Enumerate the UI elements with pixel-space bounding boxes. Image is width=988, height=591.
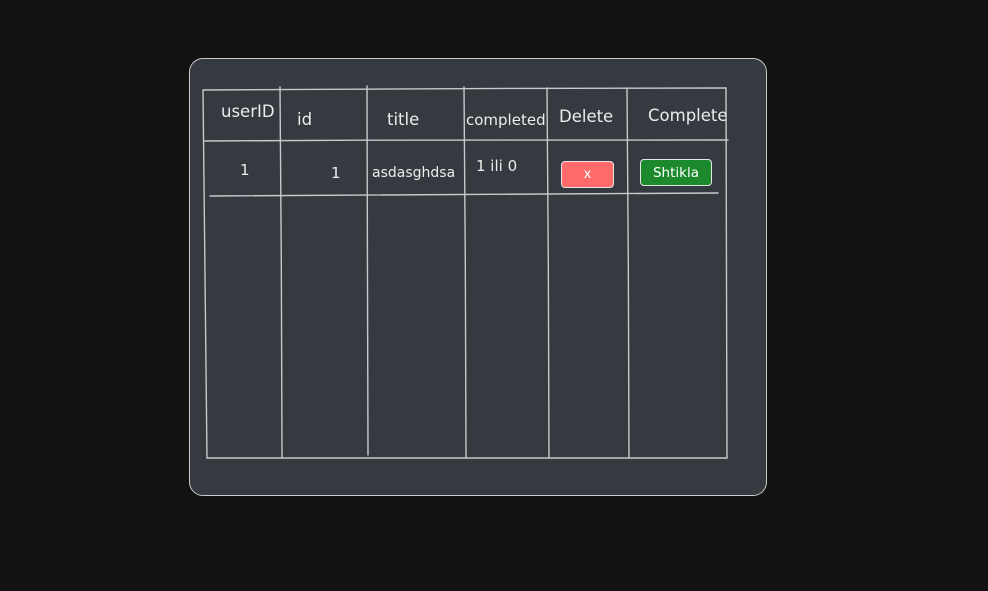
header-delete: Delete	[559, 107, 614, 126]
cell-title: asdasghdsa	[372, 165, 456, 181]
complete-button[interactable]: Shtikla	[640, 159, 712, 186]
cell-userid: 1	[240, 161, 250, 179]
header-id: id	[297, 110, 313, 129]
cell-id: 1	[331, 164, 341, 182]
header-completed: completed	[466, 111, 546, 129]
header-complete: Complete	[648, 106, 728, 125]
header-title: title	[387, 110, 420, 129]
header-userid: userID	[221, 102, 275, 121]
delete-button[interactable]: x	[561, 161, 614, 188]
cell-completed: 1 ili 0	[476, 157, 518, 175]
